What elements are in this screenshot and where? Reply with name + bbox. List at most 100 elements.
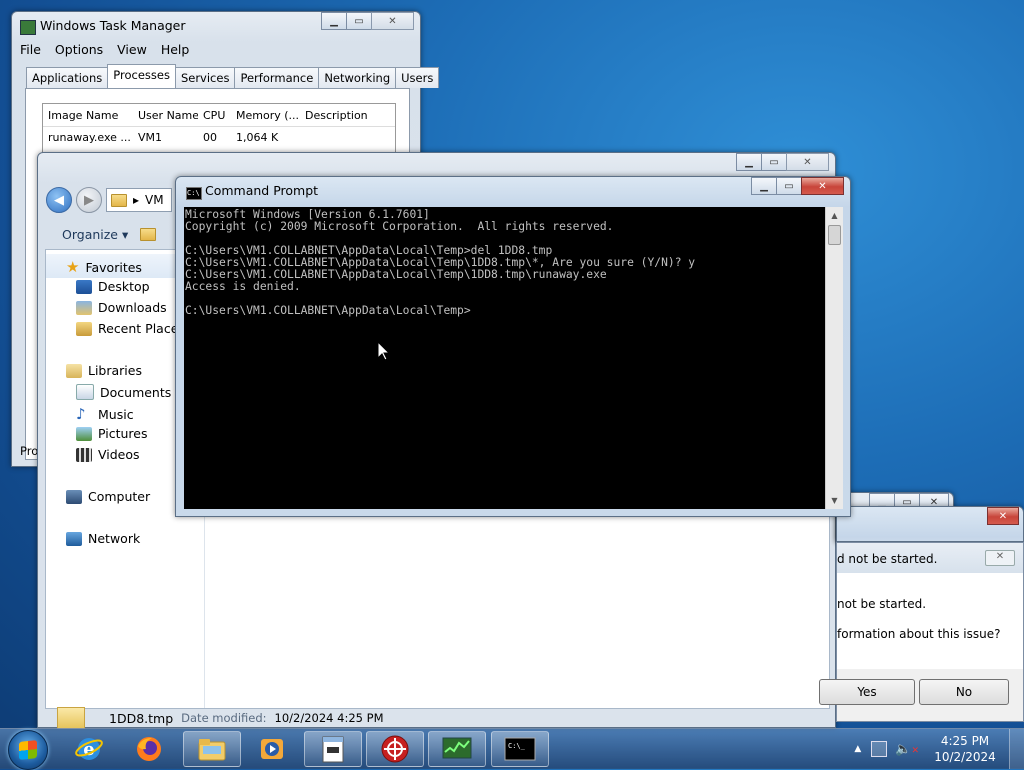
nav-music[interactable]: ♪ Music [76,405,134,423]
close-button[interactable]: ✕ [987,507,1019,525]
show-hidden-icons-icon[interactable]: ▲ [854,744,861,754]
minimize-button[interactable]: ▁ [736,153,762,171]
minimize-button[interactable]: ▁ [321,12,347,30]
nav-pictures[interactable]: Pictures [76,426,148,441]
nav-pictures-label: Pictures [98,426,148,441]
taskbar-media-player[interactable] [244,731,302,767]
mouse-cursor-icon [378,342,390,361]
close-button[interactable]: ✕ [786,153,829,171]
new-folder-icon[interactable] [140,227,157,241]
nav-computer[interactable]: Computer [66,489,150,504]
nav-desktop[interactable]: Desktop [76,279,150,294]
taskbar-tool[interactable] [366,731,424,767]
back-button[interactable]: ◀ [46,187,72,213]
no-button[interactable]: No [919,679,1009,705]
selected-file-name: 1DD8.tmp [109,710,174,726]
scroll-down-icon[interactable]: ▼ [826,492,843,509]
dialog-header-text: d not be started. [837,552,938,566]
notepad-icon [322,736,344,763]
console-scrollbar[interactable]: ▲ ▼ [825,207,843,509]
column-user-name[interactable]: User Name [133,109,198,122]
dialog-close-button[interactable]: ✕ [985,550,1015,566]
task-manager-title: Windows Task Manager [40,18,186,33]
menu-file[interactable]: File [20,42,41,57]
action-center-icon[interactable] [871,741,888,757]
tab-processes[interactable]: Processes [107,64,176,89]
nav-network[interactable]: Network [66,531,140,546]
maximize-button[interactable]: ▭ [776,177,802,195]
dialog-message: not be started. [837,597,927,611]
taskbar-firefox[interactable] [120,731,178,767]
maximize-button[interactable]: ▭ [761,153,787,171]
close-button[interactable]: ✕ [801,177,844,195]
tab-performance[interactable]: Performance [234,67,320,88]
minimize-button[interactable]: ▁ [751,177,777,195]
start-button[interactable] [8,730,48,770]
tool-icon [381,735,409,763]
tab-networking[interactable]: Networking [318,67,397,88]
explorer-icon [198,739,226,761]
downloads-icon [76,300,92,315]
column-memory[interactable]: Memory (... [231,109,300,122]
show-desktop-button[interactable] [1009,729,1024,769]
tab-services[interactable]: Services [174,67,236,88]
scroll-up-icon[interactable]: ▲ [826,207,843,224]
dialog-header: d not be started. ✕ [837,543,1023,573]
pictures-icon [76,426,92,441]
breadcrumb[interactable]: VM [145,193,164,207]
tab-users[interactable]: Users [395,67,440,88]
nav-recent-places[interactable]: Recent Places [76,321,185,336]
process-cpu: 00 [203,130,217,144]
nav-videos-label: Videos [98,447,140,462]
file-icon [57,707,85,729]
computer-icon [66,489,82,504]
nav-videos[interactable]: Videos [76,447,140,462]
forward-button[interactable]: ▶ [76,187,102,213]
task-manager-icon [20,20,36,35]
console-output[interactable]: Microsoft Windows [Version 6.1.7601] Copy… [184,207,825,509]
taskbar-task-manager[interactable] [428,731,486,767]
dialog-question: formation about this issue? [837,627,1001,641]
task-manager-icon [442,737,472,759]
volume-muted-icon[interactable]: 🔈✕ [895,742,919,757]
taskbar-notepad[interactable] [304,731,362,767]
taskbar-explorer[interactable] [183,731,241,767]
network-icon [66,531,82,546]
column-description[interactable]: Description [300,109,380,122]
menu-view[interactable]: View [117,42,147,57]
nav-documents[interactable]: Documents [76,384,171,400]
details-pane: 1DD8.tmp Date modified: 10/2/2024 4:25 P… [45,707,828,729]
address-bar[interactable]: ▸ VM [106,188,172,212]
taskbar-internet-explorer[interactable]: e [60,731,118,767]
date-modified-value: 10/2/2024 4:25 PM [274,711,384,725]
maximize-button[interactable]: ▭ [346,12,372,30]
svg-text:C:\_: C:\_ [508,742,526,750]
nav-computer-label: Computer [88,489,151,504]
system-clock[interactable]: 4:25 PM 10/2/2024 [929,733,1001,765]
yes-button[interactable]: Yes [819,679,915,705]
nav-downloads[interactable]: Downloads [76,300,167,315]
column-image-name[interactable]: Image Name [43,109,133,122]
console-line: Access is denied. [185,280,301,293]
menu-options[interactable]: Options [55,42,103,57]
nav-favorites-label: Favorites [85,259,142,275]
nav-libraries[interactable]: Libraries [66,363,142,378]
breadcrumb-separator-icon: ▸ [133,193,140,207]
close-button[interactable]: ✕ [371,12,414,30]
table-row[interactable]: runaway.exe ... VM1 00 1,064 K [43,127,395,147]
tab-applications[interactable]: Applications [26,67,109,88]
scroll-thumb[interactable] [828,225,841,245]
error-dialog[interactable]: d not be started. ✕ not be started. form… [819,542,1024,722]
column-cpu[interactable]: CPU [198,109,231,122]
taskbar-cmd[interactable]: C:\_ [491,731,549,767]
organize-button[interactable]: Organize ▾ [62,227,128,242]
error-window[interactable]: ✕ [836,506,1024,542]
command-prompt-window[interactable]: C:\ Command Prompt ▁ ▭ ✕ Microsoft Windo… [175,176,851,517]
recent-places-icon [76,321,92,336]
nav-documents-label: Documents [100,384,172,400]
nav-recent-label: Recent Places [98,321,185,336]
nav-favorites[interactable]: ★ Favorites [66,258,142,276]
cmd-icon: C:\ [186,187,202,200]
process-user: VM1 [138,130,163,144]
menu-help[interactable]: Help [161,42,190,57]
